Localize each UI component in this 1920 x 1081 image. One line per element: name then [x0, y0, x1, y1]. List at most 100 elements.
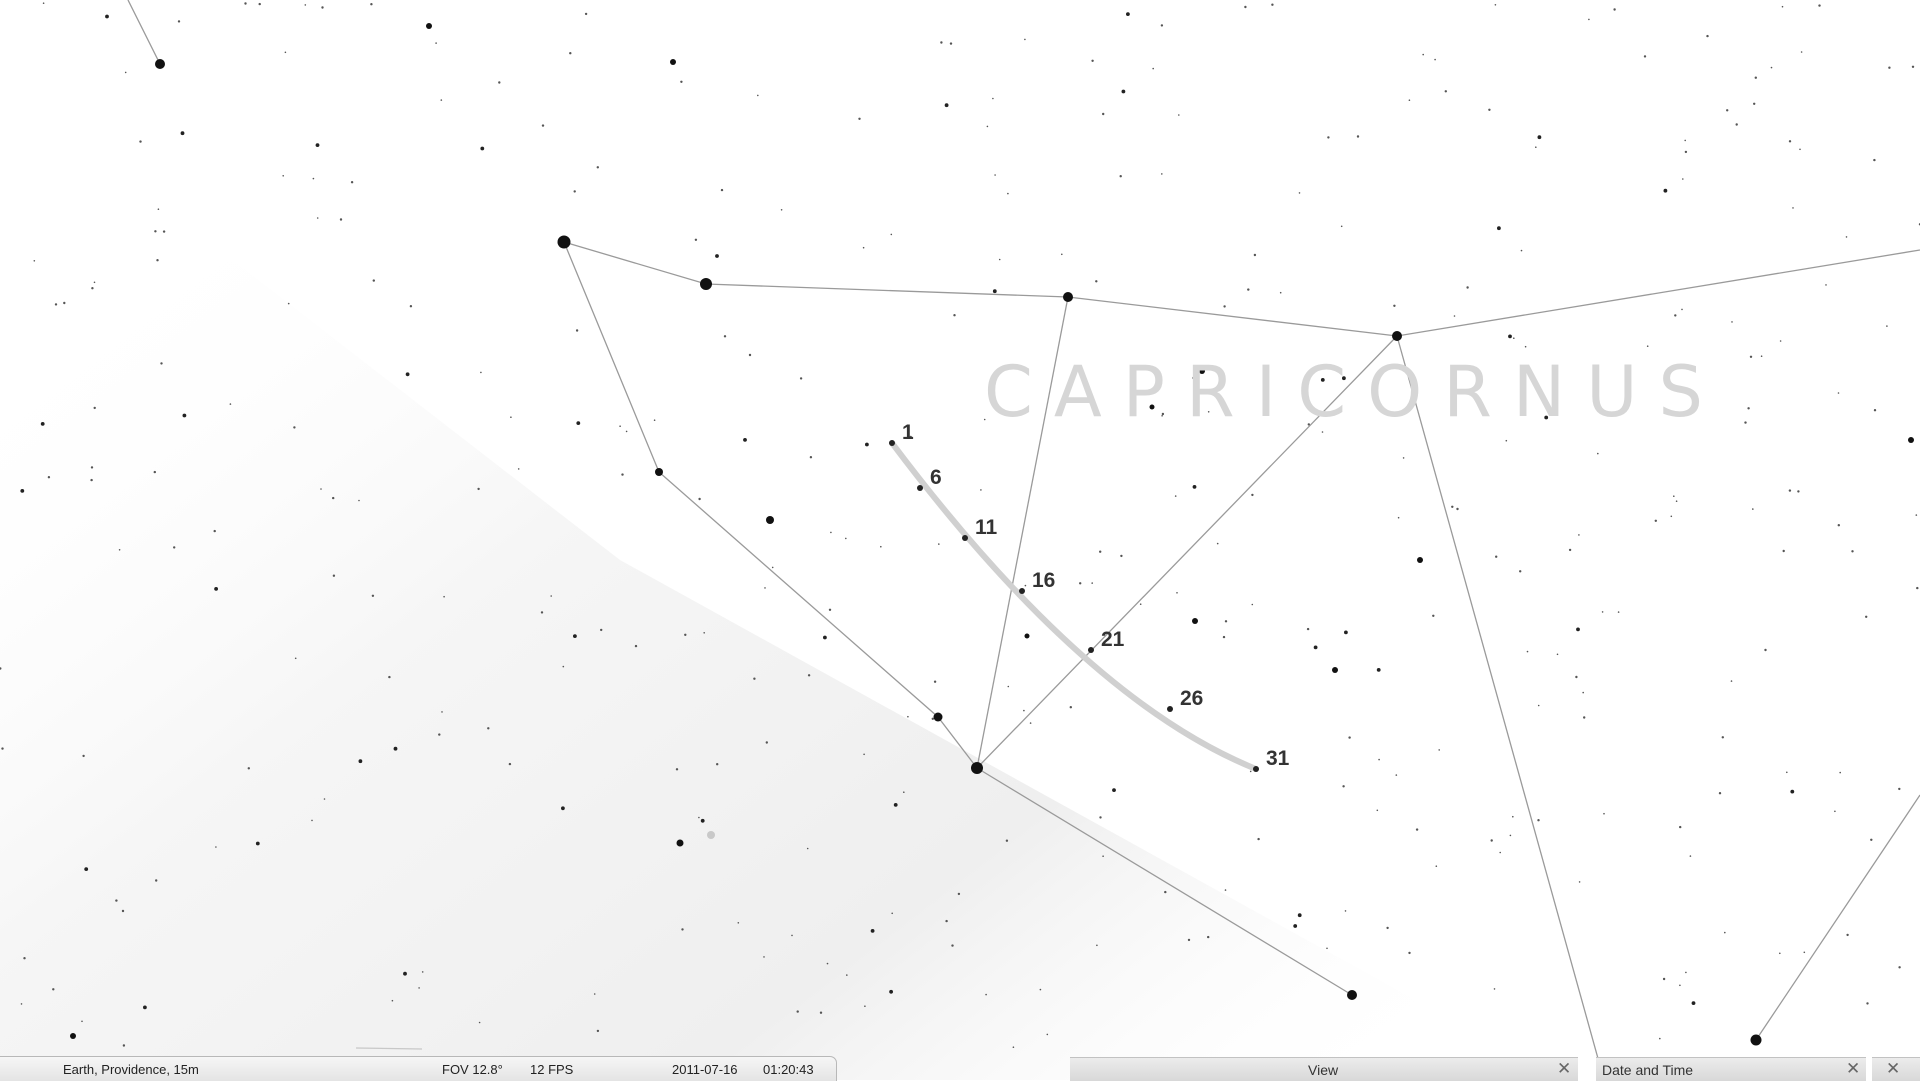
faint-star — [1898, 787, 1901, 791]
faint-star — [1788, 489, 1792, 492]
faint-star — [799, 377, 803, 380]
faint-star — [890, 233, 893, 236]
faint-star — [1408, 99, 1411, 101]
faint-star — [828, 608, 832, 611]
faint-star — [213, 529, 216, 533]
faint-star — [593, 993, 596, 995]
location-text[interactable]: Earth, Providence, 15m — [63, 1062, 199, 1077]
faint-star — [1674, 314, 1677, 317]
faint-star — [1779, 952, 1781, 955]
faint-star — [1422, 53, 1424, 56]
faint-star — [763, 956, 765, 958]
faint-star — [1509, 834, 1512, 837]
faint-star — [20, 489, 25, 493]
faint-star — [1251, 493, 1254, 497]
faint-star — [1356, 135, 1360, 138]
faint-star — [1415, 828, 1419, 831]
faint-star — [1825, 284, 1827, 286]
view-window-titlebar[interactable]: View ✕ — [1070, 1057, 1578, 1081]
faint-star — [1873, 409, 1877, 412]
faint-star — [393, 746, 398, 751]
faint-star — [1174, 495, 1177, 497]
faint-star — [1682, 178, 1684, 180]
faint-star — [121, 909, 125, 913]
date-time-window-title: Date and Time — [1602, 1062, 1694, 1078]
faint-star — [870, 929, 875, 933]
faint-star — [435, 42, 437, 44]
faint-star — [1786, 771, 1788, 774]
faint-star — [350, 181, 354, 184]
faint-star — [1344, 630, 1348, 635]
faint-star — [312, 177, 315, 180]
faint-star — [1754, 76, 1758, 79]
faint-star — [653, 419, 656, 422]
faint-star — [1505, 439, 1508, 442]
faint-star — [1007, 192, 1009, 195]
faint-star — [156, 259, 159, 262]
faint-star — [1378, 758, 1380, 761]
faint-star — [780, 209, 783, 211]
faint-star — [105, 14, 109, 19]
faint-star — [1, 747, 4, 750]
date-time-window-titlebar[interactable]: Date and Time ✕ — [1596, 1057, 1866, 1081]
close-icon[interactable]: ✕ — [1886, 1059, 1900, 1079]
faint-star — [1915, 514, 1918, 516]
faint-star — [1744, 421, 1747, 424]
date-text[interactable]: 2011-07-16 — [672, 1062, 738, 1077]
faint-star — [90, 478, 93, 482]
close-icon[interactable]: ✕ — [1846, 1059, 1860, 1079]
faint-star — [864, 1005, 866, 1007]
faint-star — [180, 131, 185, 136]
faint-star — [1253, 253, 1257, 257]
faint-star — [1393, 304, 1396, 307]
faint-star — [1524, 345, 1527, 348]
date-time-window-titlebar-2[interactable]: ✕ — [1872, 1057, 1920, 1081]
faint-star — [1512, 815, 1514, 818]
faint-star — [1435, 865, 1438, 867]
faint-star — [562, 665, 565, 668]
faint-star — [403, 971, 407, 976]
faint-star — [945, 919, 948, 923]
faint-star — [809, 456, 813, 459]
close-icon[interactable]: ✕ — [1557, 1059, 1571, 1079]
faint-star — [1313, 645, 1318, 650]
faint-star — [372, 279, 375, 282]
faint-star — [986, 125, 989, 128]
faint-star — [619, 425, 621, 428]
time-text[interactable]: 01:20:43 — [763, 1062, 814, 1077]
faint-star — [1402, 457, 1405, 459]
sky-view[interactable]: 161116212631 — [0, 0, 1920, 1080]
faint-star — [1663, 188, 1668, 193]
faint-star — [1670, 515, 1673, 518]
faint-star — [304, 4, 307, 6]
faint-star — [957, 892, 961, 896]
faint-star — [1865, 615, 1868, 618]
faint-star — [949, 42, 953, 45]
faint-star — [42, 2, 45, 4]
faint-star — [388, 675, 391, 679]
faint-star — [118, 549, 121, 551]
faint-star — [1249, 770, 1252, 773]
faint-star — [830, 531, 832, 534]
faint-star — [1685, 971, 1687, 974]
faint-star — [1691, 1001, 1696, 1005]
faint-star — [1247, 288, 1250, 291]
faint-star — [1646, 345, 1649, 348]
faint-star — [1681, 308, 1683, 311]
faint-star — [596, 1029, 600, 1033]
faint-star — [1216, 542, 1219, 545]
faint-star — [863, 753, 865, 756]
faint-star — [1888, 66, 1891, 69]
faint-star — [985, 993, 987, 996]
faint-star — [771, 566, 774, 569]
faint-star — [1376, 668, 1381, 672]
faint-star — [826, 962, 829, 965]
faint-star — [1654, 519, 1658, 522]
faint-star — [1753, 102, 1756, 106]
path-marker-dot — [1019, 588, 1025, 594]
faint-star — [1582, 691, 1584, 694]
faint-star — [1673, 495, 1675, 498]
faint-star — [698, 497, 701, 501]
faint-star — [1726, 109, 1729, 112]
faint-star — [1046, 1033, 1049, 1036]
